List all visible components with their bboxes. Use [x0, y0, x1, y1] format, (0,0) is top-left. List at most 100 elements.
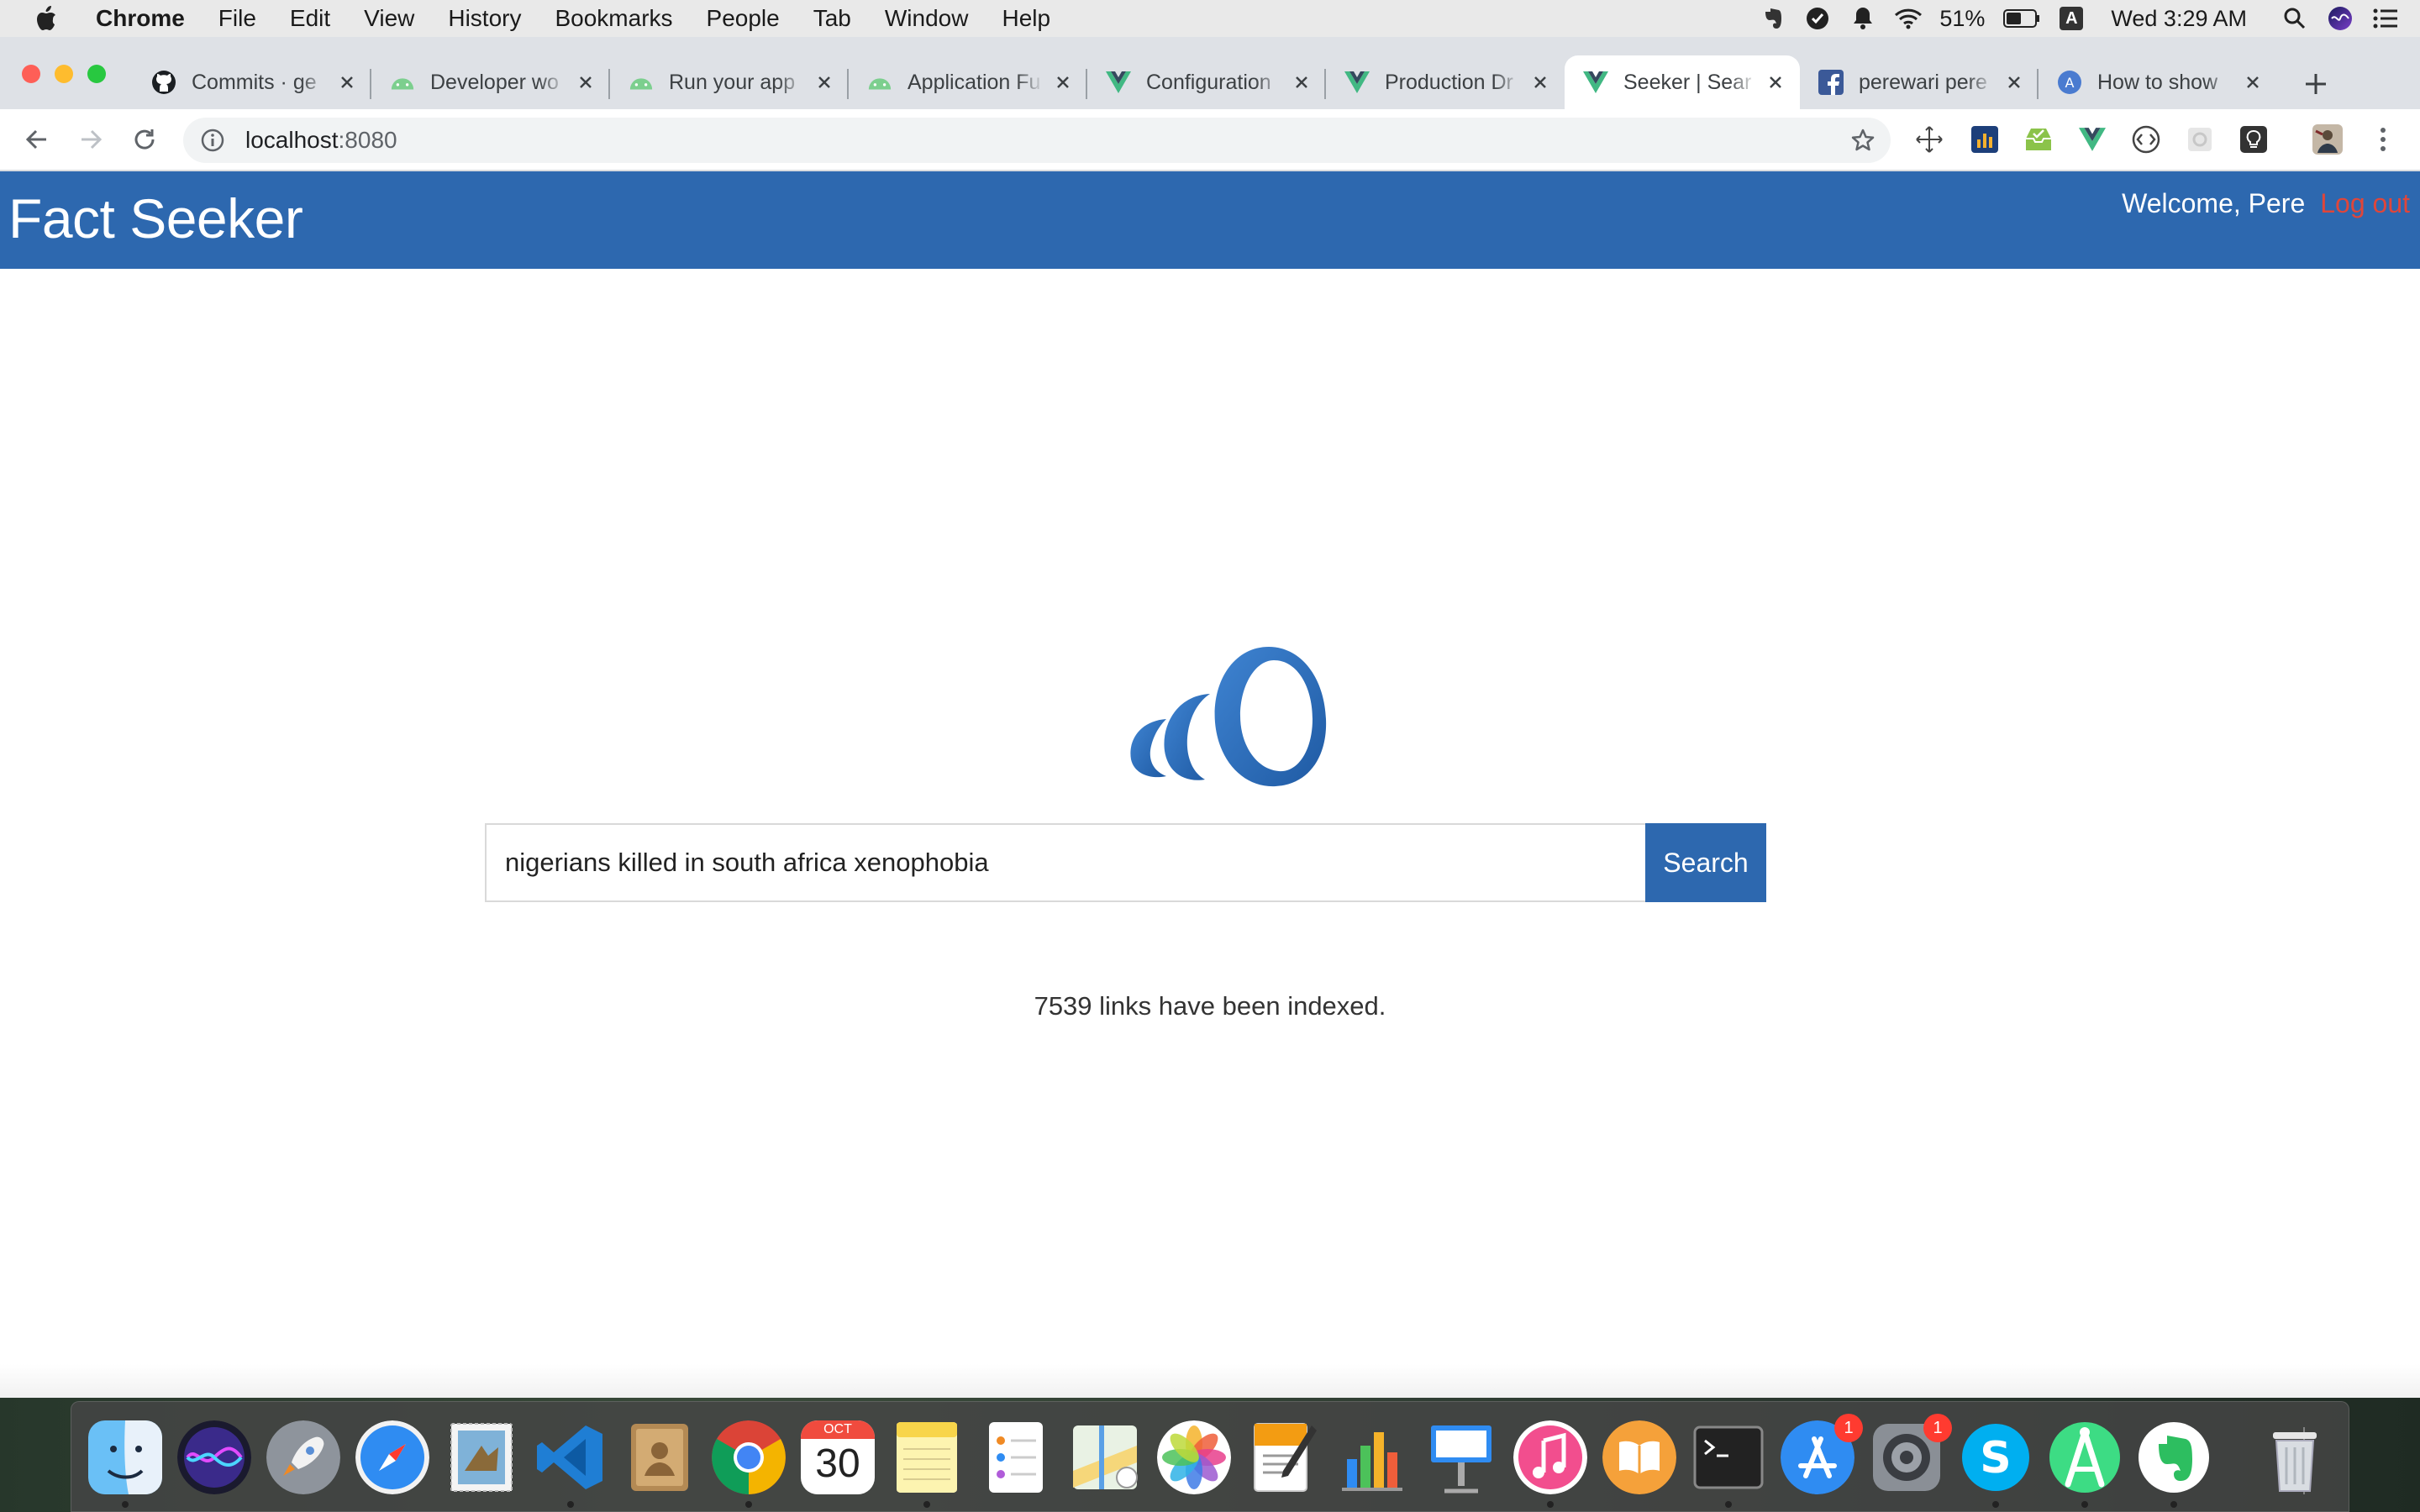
running-indicator: [1725, 1501, 1732, 1508]
tab-close-icon[interactable]: [2240, 70, 2265, 95]
extension-vue-devtools-icon[interactable]: [2077, 124, 2107, 155]
skype-icon[interactable]: S: [1959, 1420, 2033, 1494]
evernote-menu-icon[interactable]: [1758, 6, 1786, 31]
tab-close-icon[interactable]: [1528, 70, 1553, 95]
evernote-icon[interactable]: [2137, 1420, 2211, 1494]
menu-view[interactable]: View: [364, 5, 414, 32]
tab-production-deployment[interactable]: Production Dr: [1326, 55, 1565, 109]
contacts-icon[interactable]: [623, 1420, 697, 1494]
brand-title[interactable]: Fact Seeker: [8, 186, 303, 250]
notification-menu-icon[interactable]: [1849, 6, 1877, 31]
minimize-window-button[interactable]: [55, 65, 73, 83]
calendar-icon[interactable]: OCT 30: [801, 1420, 875, 1494]
address-bar[interactable]: localhost:8080: [183, 118, 1891, 163]
launchpad-icon[interactable]: [266, 1420, 340, 1494]
github-icon: [151, 70, 176, 95]
user-greeting: Welcome, Pere Log out: [2122, 188, 2410, 219]
tab-close-icon[interactable]: [812, 70, 837, 95]
apple-menu-icon[interactable]: [34, 4, 59, 33]
close-window-button[interactable]: [22, 65, 40, 83]
tab-facebook-perewari[interactable]: perewari pere: [1800, 55, 2039, 109]
url-text[interactable]: localhost:8080: [245, 127, 1849, 154]
checkmark-menu-icon[interactable]: [1803, 6, 1832, 31]
new-tab-button[interactable]: [2299, 67, 2333, 101]
maps-icon[interactable]: [1068, 1420, 1142, 1494]
photos-icon[interactable]: [1157, 1420, 1231, 1494]
tab-commits[interactable]: Commits · ge: [133, 55, 371, 109]
safari-icon[interactable]: [355, 1420, 429, 1494]
app-store-badge: 1: [1834, 1414, 1863, 1442]
site-info-icon[interactable]: [200, 128, 225, 153]
tab-how-to-show[interactable]: A How to show: [2039, 55, 2277, 109]
bookmark-star-icon[interactable]: [1849, 126, 1877, 155]
trash-icon[interactable]: [2258, 1420, 2332, 1494]
tab-seeker-search[interactable]: Seeker | Sear: [1565, 55, 1800, 109]
forward-button[interactable]: [74, 123, 108, 156]
extension-grid-icon[interactable]: [2185, 124, 2215, 155]
numbers-icon[interactable]: [1335, 1420, 1409, 1494]
reminders-icon[interactable]: [979, 1420, 1053, 1494]
menu-window[interactable]: Window: [885, 5, 969, 32]
menu-edit[interactable]: Edit: [290, 5, 330, 32]
notification-center-icon[interactable]: [2371, 6, 2400, 31]
wifi-icon[interactable]: [1894, 6, 1923, 31]
android-icon: [390, 70, 415, 95]
menu-history[interactable]: History: [448, 5, 521, 32]
menu-file[interactable]: File: [218, 5, 256, 32]
spotlight-search-icon[interactable]: [2281, 6, 2309, 31]
tab-run-your-app[interactable]: Run your app: [610, 55, 849, 109]
input-source-icon[interactable]: A: [2057, 6, 2086, 31]
search-button[interactable]: Search: [1645, 823, 1766, 902]
notes-icon[interactable]: [890, 1420, 964, 1494]
tab-developer-workflow[interactable]: Developer wo: [371, 55, 610, 109]
extension-inbox-icon[interactable]: [2023, 124, 2054, 155]
chrome-app-icon[interactable]: [712, 1420, 786, 1494]
terminal-icon[interactable]: [1691, 1420, 1765, 1494]
tab-close-icon[interactable]: [1763, 70, 1788, 95]
reload-button[interactable]: [128, 123, 161, 156]
chrome-menu-icon[interactable]: [2368, 124, 2398, 155]
finder-icon[interactable]: [88, 1420, 162, 1494]
keynote-icon[interactable]: [1424, 1420, 1498, 1494]
menu-help[interactable]: Help: [1002, 5, 1050, 32]
facebook-icon: [1818, 70, 1844, 95]
extension-analytics-icon[interactable]: [1970, 124, 2000, 155]
zoom-window-button[interactable]: [87, 65, 106, 83]
siri-icon[interactable]: [2326, 6, 2354, 31]
profile-avatar[interactable]: [2312, 124, 2343, 155]
extension-code-icon[interactable]: [2131, 124, 2161, 155]
tab-title: Production Dr: [1385, 70, 1513, 94]
extension-move-icon[interactable]: [1914, 124, 1944, 155]
tab-close-icon[interactable]: [2002, 70, 2027, 95]
indexed-links-count: 7539 links have been indexed.: [1034, 991, 1386, 1021]
mail-stamp-icon[interactable]: [445, 1420, 518, 1494]
menu-bookmarks[interactable]: Bookmarks: [555, 5, 672, 32]
tab-close-icon[interactable]: [1050, 70, 1076, 95]
pages-icon[interactable]: [1246, 1420, 1320, 1494]
tab-close-icon[interactable]: [334, 70, 360, 95]
chrome-tab-strip: Commits · ge Developer wo Run your app A…: [0, 37, 2420, 109]
battery-icon[interactable]: [2003, 6, 2040, 31]
ibooks-icon[interactable]: [1602, 1420, 1676, 1494]
tab-configuration[interactable]: Configuration: [1087, 55, 1326, 109]
tab-close-icon[interactable]: [573, 70, 598, 95]
logout-link[interactable]: Log out: [2320, 188, 2410, 218]
tab-close-icon[interactable]: [1289, 70, 1314, 95]
tab-application-fundamentals[interactable]: Application Fu: [849, 55, 1087, 109]
menu-app-chrome[interactable]: Chrome: [96, 5, 185, 32]
search-input[interactable]: [485, 823, 1645, 902]
menu-people[interactable]: People: [707, 5, 780, 32]
clock[interactable]: Wed 3:29 AM: [2111, 6, 2247, 32]
atom-icon: A: [2057, 70, 2082, 95]
running-indicator: [1547, 1501, 1554, 1508]
url-port: :8080: [338, 127, 397, 153]
menu-tab[interactable]: Tab: [813, 5, 851, 32]
search-form: Search: [485, 823, 1766, 902]
android-studio-icon[interactable]: [2048, 1420, 2122, 1494]
back-button[interactable]: [20, 123, 54, 156]
extension-lightbulb-icon[interactable]: [2238, 124, 2269, 155]
vscode-icon[interactable]: [534, 1420, 608, 1494]
running-indicator: [567, 1501, 574, 1508]
siri-app-icon[interactable]: [177, 1420, 251, 1494]
itunes-icon[interactable]: [1513, 1420, 1587, 1494]
